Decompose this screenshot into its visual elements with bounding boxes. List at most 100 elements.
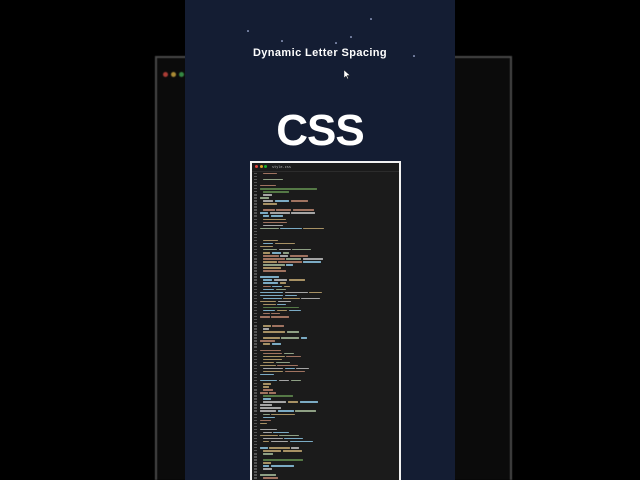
line-number [254,279,257,281]
line-number [254,450,257,452]
background-line-number [161,356,179,366]
background-line-number [161,446,179,456]
line-number [254,425,257,428]
line-number [254,386,257,388]
star-decoration [335,42,337,44]
line-number [254,352,257,354]
cursor-arrow-icon [344,70,350,79]
line-number [254,230,257,233]
line-number [254,221,257,223]
line-number [254,316,257,318]
line-number [254,273,257,275]
line-number [254,413,257,415]
background-line-number [161,426,179,436]
line-number [254,428,257,431]
background-line-number [161,156,179,166]
line-number [254,410,257,412]
line-number [254,212,257,214]
background-line-number [161,466,179,476]
background-line-number [161,116,179,126]
line-number [254,242,257,245]
background-line-number [161,296,179,306]
line-number [254,355,257,357]
background-line-number [161,336,179,346]
line-number [254,346,257,348]
code-editor-window: style.css [250,161,401,480]
line-number [254,309,257,312]
line-number [254,175,257,178]
line-number [254,383,257,385]
line-number [254,431,257,434]
line-number [254,264,257,266]
line-number [254,398,257,400]
line-number [254,453,257,455]
line-number [254,401,257,403]
line-number [254,312,257,315]
video-title: Dynamic Letter Spacing [252,47,388,59]
background-line-number [161,326,179,336]
line-number [254,285,257,287]
line-number [254,468,257,470]
line-number [254,456,257,458]
background-line-number [161,286,179,296]
line-number [254,416,257,418]
line-number [254,337,257,339]
line-number [254,373,257,376]
background-line-number [161,376,179,386]
star-decoration [370,18,372,20]
line-number [254,245,257,248]
star-decoration [350,36,352,38]
line-number [254,215,257,217]
line-number [254,440,257,443]
line-number [254,233,257,236]
line-number [254,267,257,269]
line-number [254,447,257,449]
line-number [254,248,257,251]
line-number [254,407,257,409]
line-number [254,261,257,263]
line-number [254,471,257,473]
background-line-number [161,246,179,256]
line-number [254,276,257,278]
line-number [254,191,257,193]
line-number [254,422,257,425]
line-number [254,255,257,257]
window-close-dot-icon[interactable] [255,165,258,168]
window-maximize-dot-icon[interactable] [264,165,267,168]
line-number [254,319,257,321]
background-line-number [161,476,179,480]
background-line-number [161,316,179,326]
background-line-number [161,136,179,146]
editor-tab-label[interactable]: style.css [272,163,291,171]
code-line [252,477,399,480]
background-line-number [161,216,179,226]
background-line-number [161,256,179,266]
language-heading: CSS [276,106,364,155]
line-number [254,322,257,324]
line-number [254,288,257,290]
line-number [254,331,257,333]
line-number [254,184,257,187]
background-line-number [161,96,179,106]
background-line-number [161,106,179,116]
line-number [254,206,257,208]
background-line-number [161,386,179,396]
line-number [254,218,257,220]
background-line-number [161,206,179,216]
background-line-number [161,276,179,286]
background-line-gutter [161,76,179,480]
line-number [254,364,257,367]
line-number [254,224,257,226]
line-number [254,172,257,175]
line-number [254,270,257,272]
line-number [254,477,257,479]
background-line-number [161,306,179,316]
line-number [254,181,257,184]
line-number [254,291,257,294]
background-line-number [161,236,179,246]
line-number [254,370,257,373]
line-number [254,474,257,476]
line-number [254,392,257,394]
window-minimize-dot-icon[interactable] [259,165,263,168]
code-area [252,172,399,480]
